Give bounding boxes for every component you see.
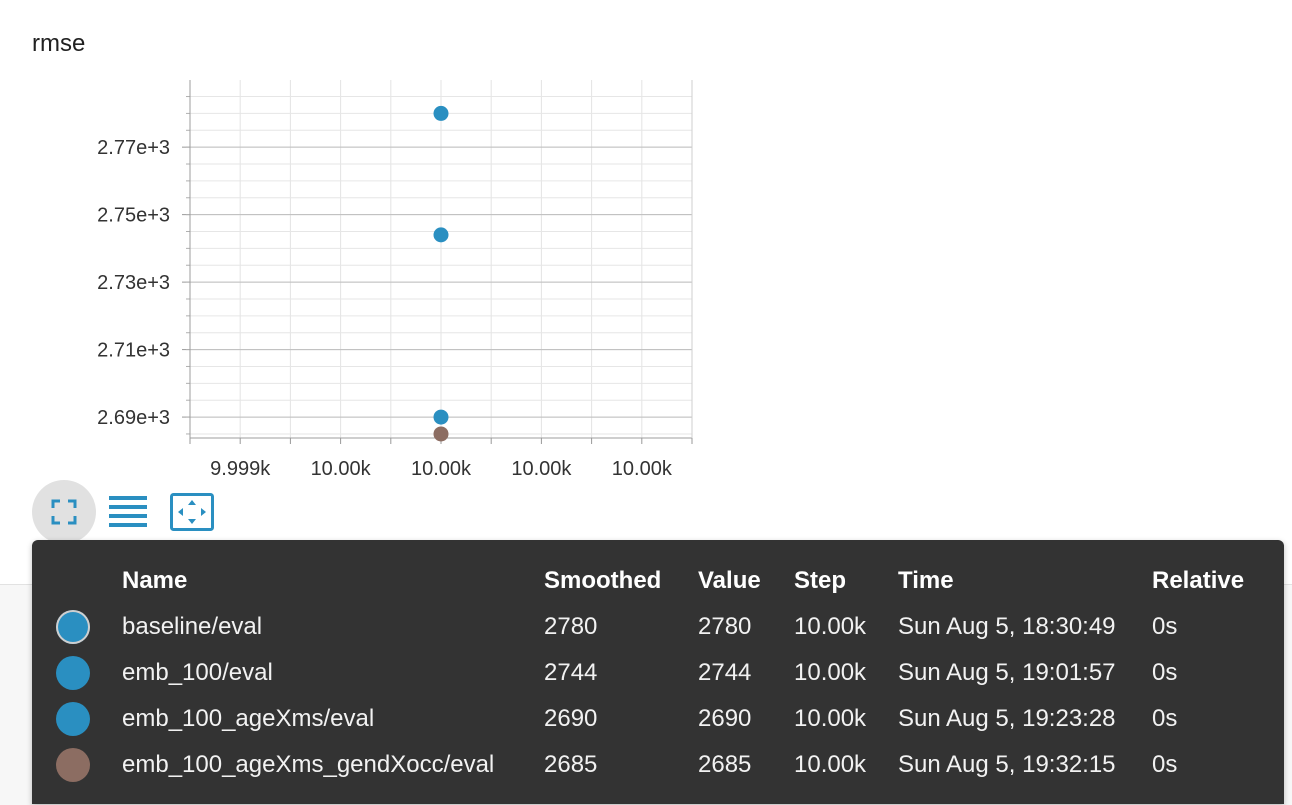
time-column-header: Time <box>898 567 954 594</box>
smoothed-value: 2780 <box>544 613 598 640</box>
fit-to-data-icon <box>170 493 214 531</box>
data-point <box>433 227 449 243</box>
value: 2744 <box>698 659 752 686</box>
run-name: emb_100/eval <box>122 659 273 686</box>
smoothed-value: 2744 <box>544 659 598 686</box>
run-color-swatch <box>56 702 90 736</box>
x-tick-label: 10.00k <box>511 458 572 480</box>
relative-column-header: Relative <box>1152 567 1245 594</box>
y-tick-label: 2.71e+3 <box>97 340 170 362</box>
value-column-header: Value <box>698 567 761 594</box>
value: 2780 <box>698 613 752 640</box>
fit-domain-button[interactable] <box>160 480 224 544</box>
swatch-column-header <box>56 558 122 604</box>
run-name: emb_100_ageXms/eval <box>122 705 375 732</box>
tooltip-row: baseline/eval 2780 2780 10.00k Sun Aug 5… <box>56 604 1252 650</box>
time: Sun Aug 5, 19:23:28 <box>898 705 1116 732</box>
name-column-header: Name <box>122 567 188 594</box>
step: 10.00k <box>794 613 867 640</box>
data-point <box>433 105 449 121</box>
smoothed-value: 2690 <box>544 705 598 732</box>
x-tick-label: 9.999k <box>210 458 271 480</box>
relative: 0s <box>1152 659 1178 686</box>
run-color-swatch <box>56 748 90 782</box>
list-lines-icon <box>109 496 147 527</box>
run-color-swatch <box>56 656 90 690</box>
relative: 0s <box>1152 751 1178 778</box>
tooltip-row: emb_100_ageXms/eval 2690 2690 10.00k Sun… <box>56 696 1252 742</box>
smoothed-value: 2685 <box>544 751 598 778</box>
step-column-header: Step <box>794 567 847 594</box>
data-point <box>433 409 449 425</box>
expand-chart-button[interactable] <box>32 480 96 544</box>
x-tick-label: 10.00k <box>612 458 673 480</box>
relative: 0s <box>1152 613 1178 640</box>
time: Sun Aug 5, 18:30:49 <box>898 613 1116 640</box>
step: 10.00k <box>794 705 867 732</box>
y-tick-label: 2.73e+3 <box>97 272 170 294</box>
value: 2685 <box>698 751 752 778</box>
run-name: emb_100_ageXms_gendXocc/eval <box>122 751 495 778</box>
y-tick-label: 2.75e+3 <box>97 205 170 227</box>
tooltip-row: emb_100/eval 2744 2744 10.00k Sun Aug 5,… <box>56 650 1252 696</box>
toggle-log-scale-button[interactable] <box>96 480 160 544</box>
y-tick-label: 2.69e+3 <box>97 407 170 429</box>
data-tooltip: Name Smoothed Value Step Time Relative b… <box>32 540 1284 804</box>
tooltip-row: emb_100_ageXms_gendXocc/eval 2685 2685 1… <box>56 742 1252 788</box>
fullscreen-icon <box>51 499 77 525</box>
value: 2690 <box>698 705 752 732</box>
data-point <box>433 426 449 442</box>
smoothed-column-header: Smoothed <box>544 567 662 594</box>
run-color-swatch <box>56 610 90 644</box>
y-tick-label: 2.77e+3 <box>97 137 170 159</box>
tooltip-header-row: Name Smoothed Value Step Time Relative <box>56 558 1252 604</box>
run-name: baseline/eval <box>122 613 263 640</box>
x-tick-label: 10.00k <box>311 458 372 480</box>
time: Sun Aug 5, 19:32:15 <box>898 751 1116 778</box>
time: Sun Aug 5, 19:01:57 <box>898 659 1116 686</box>
step: 10.00k <box>794 659 867 686</box>
relative: 0s <box>1152 705 1178 732</box>
step: 10.00k <box>794 751 867 778</box>
rmse-chart[interactable]: 2.69e+3 2.71e+3 2.73e+3 2.75e+3 2.77e+3 9.999… <box>0 0 720 490</box>
tooltip-table: Name Smoothed Value Step Time Relative b… <box>56 558 1252 788</box>
x-tick-label: 10.00k <box>411 458 472 480</box>
